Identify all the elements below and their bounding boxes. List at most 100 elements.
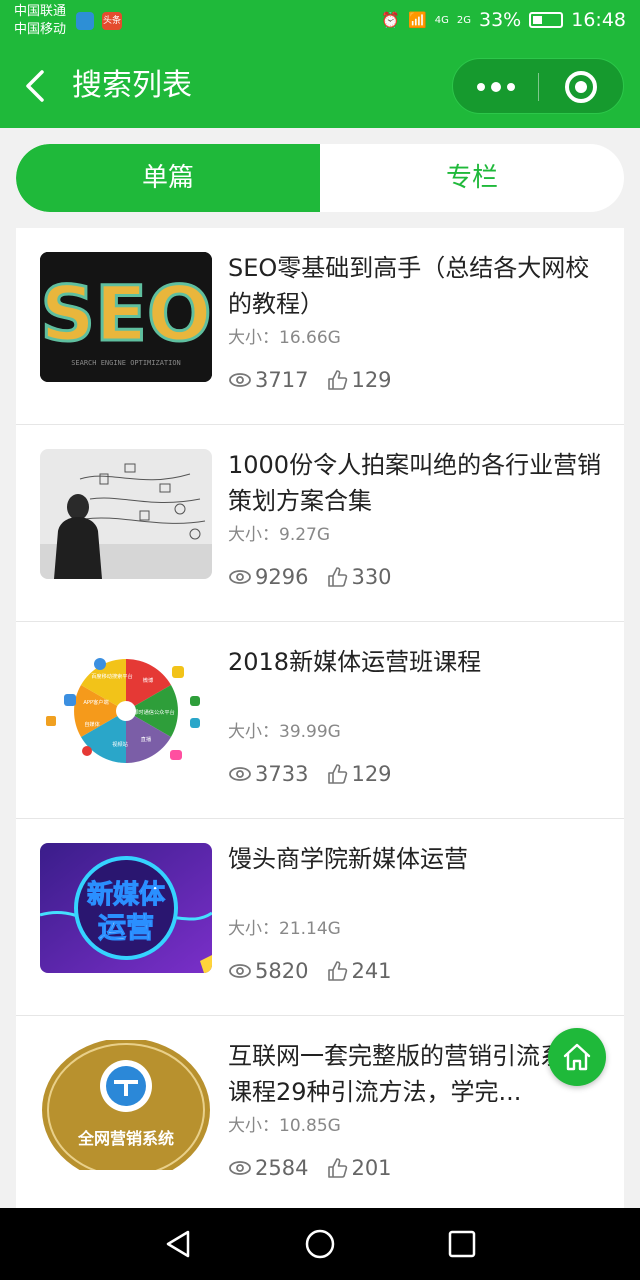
thumbs-up-icon	[328, 567, 348, 587]
item-thumbnail: SEO SEARCH ENGINE OPTIMIZATION	[40, 252, 212, 382]
battery-percent: 33%	[479, 9, 522, 31]
list-item[interactable]: 全网营销系统 互联网一套完整版的营销引流系列课程29种引流方法，学完... 大小…	[16, 1016, 624, 1208]
status-bar: 中国联通 中国移动 头条 ⏰ 📶 4G 2G 33% 16:48	[0, 0, 640, 46]
likes-stat: 129	[326, 760, 392, 788]
pie-label: 微博	[143, 676, 153, 684]
item-size: 大小：10.85G	[228, 1116, 341, 1136]
item-title: 馒头商学院新媒体运营	[228, 845, 468, 873]
marketing-system-thumbnail-graphic: 全网营销系统	[40, 1040, 212, 1170]
back-triangle-icon[interactable]	[160, 1226, 196, 1262]
tab-column[interactable]: 专栏	[320, 144, 624, 212]
item-size: 大小：21.14G	[228, 919, 341, 939]
home-button[interactable]	[548, 1028, 606, 1086]
thumbs-up-icon	[328, 1158, 348, 1178]
pie-label: 自媒体	[84, 720, 100, 728]
item-size: 大小：9.27G	[228, 525, 331, 545]
item-size: 大小：16.66G	[228, 328, 341, 348]
tab-single[interactable]: 单篇	[16, 144, 320, 212]
likes-count: 129	[351, 368, 392, 392]
item-stats: 9296 330	[228, 563, 608, 591]
list-item[interactable]: 1000份令人拍案叫绝的各行业营销策划方案合集 大小：9.27G 9296 33…	[16, 425, 624, 622]
new-media-ops-thumbnail-graphic: 新媒体 运营	[40, 843, 212, 973]
likes-count: 330	[351, 565, 392, 589]
thumbs-up-icon	[328, 764, 348, 784]
thumbs-up-icon	[328, 961, 348, 981]
item-title: 1000份令人拍案叫绝的各行业营销策划方案合集	[228, 451, 602, 515]
likes-stat: 129	[326, 366, 392, 394]
network-4g-label: 4G	[434, 14, 449, 26]
home-circle-icon[interactable]	[302, 1226, 338, 1262]
views-count: 3733	[255, 762, 309, 786]
item-stats: 2584 201	[228, 1154, 608, 1182]
views-stat: 5820	[228, 957, 308, 985]
businessman-thumbnail-graphic	[40, 449, 212, 579]
item-stats: 3733 129	[228, 760, 608, 788]
item-title: SEO零基础到高手（总结各大网校的教程）	[228, 254, 590, 318]
eye-icon	[229, 373, 251, 387]
miniprogram-capsule	[452, 58, 624, 114]
nav-bar: 搜索列表	[0, 46, 640, 128]
thumb-text-line1: 新媒体	[87, 879, 166, 910]
views-count: 2584	[255, 1156, 309, 1180]
page-title: 搜索列表	[72, 68, 192, 103]
item-size: 大小：39.99G	[228, 722, 341, 742]
thumbs-up-icon	[328, 370, 348, 390]
battery-icon	[529, 12, 564, 28]
item-info: 1000份令人拍案叫绝的各行业营销策划方案合集 大小：9.27G 9296 33…	[228, 447, 608, 591]
recents-square-icon[interactable]	[444, 1226, 480, 1262]
seo-thumb-subtext: SEARCH ENGINE OPTIMIZATION	[71, 359, 181, 367]
item-info: 馒头商学院新媒体运营 大小：21.14G 5820 241	[228, 841, 608, 985]
pie-label: 视频站	[112, 740, 128, 748]
item-thumbnail: 新媒体 运营	[40, 843, 212, 973]
views-count: 9296	[255, 565, 309, 589]
more-dot-icon	[490, 82, 501, 92]
shield-icon	[76, 12, 94, 30]
item-thumbnail	[40, 449, 212, 579]
views-stat: 3717	[228, 366, 308, 394]
item-info: 2018新媒体运营班课程 大小：39.99G 3733 129	[228, 644, 608, 788]
home-icon	[563, 1043, 591, 1071]
views-stat: 3733	[228, 760, 308, 788]
back-arrow-icon[interactable]	[22, 66, 50, 106]
item-stats: 3717 129	[228, 366, 608, 394]
item-thumbnail: 百度移动搜索平台 微博 即时通信公众平台 直播 视频站 自媒体 APP客户端	[40, 646, 212, 776]
more-dot-icon	[476, 83, 485, 91]
item-info: SEO零基础到高手（总结各大网校的教程） 大小：16.66G 3717 129	[228, 250, 608, 394]
alarm-icon: ⏰	[381, 11, 401, 29]
system-nav-bar	[0, 1208, 640, 1280]
carrier-1: 中国联通	[14, 4, 67, 19]
likes-stat: 241	[326, 957, 392, 985]
result-list: SEO SEARCH ENGINE OPTIMIZATION SEO零基础到高手…	[16, 228, 624, 1208]
list-item[interactable]: 新媒体 运营 馒头商学院新媒体运营 大小：21.14G 5820 241	[16, 819, 624, 1016]
more-dot-icon	[506, 83, 515, 91]
thumb-text-line2: 运营	[98, 911, 154, 944]
pie-label: 即时通信公众平台	[133, 708, 175, 716]
views-stat: 9296	[228, 563, 308, 591]
wifi-icon: 📶	[408, 11, 427, 29]
new-media-pie-graphic: 百度移动搜索平台 微博 即时通信公众平台 直播 视频站 自媒体 APP客户端	[40, 646, 212, 776]
pie-label: 直播	[141, 735, 152, 743]
eye-icon	[229, 767, 251, 781]
list-item[interactable]: SEO SEARCH ENGINE OPTIMIZATION SEO零基础到高手…	[16, 228, 624, 425]
eye-icon	[229, 1161, 251, 1175]
likes-count: 129	[351, 762, 392, 786]
carrier-2: 中国移动	[14, 22, 67, 37]
more-button[interactable]	[453, 59, 538, 115]
views-stat: 2584	[228, 1154, 308, 1182]
capsule-divider	[538, 73, 539, 101]
close-miniprogram-button[interactable]	[565, 71, 597, 103]
views-count: 3717	[255, 368, 309, 392]
network-2g-label: 2G	[456, 14, 471, 26]
clock: 16:48	[571, 9, 626, 31]
likes-count: 241	[351, 959, 392, 983]
eye-icon	[229, 570, 251, 584]
likes-stat: 330	[326, 563, 392, 591]
list-item[interactable]: 百度移动搜索平台 微博 即时通信公众平台 直播 视频站 自媒体 APP客户端 2…	[16, 622, 624, 819]
tab-switcher: 单篇 专栏	[16, 144, 624, 212]
item-stats: 5820 241	[228, 957, 608, 985]
item-thumbnail: 全网营销系统	[40, 1040, 212, 1170]
thumb-text: 全网营销系统	[77, 1129, 174, 1148]
pie-label: 百度移动搜索平台	[91, 672, 133, 680]
status-right: ⏰ 📶 4G 2G 33% 16:48	[381, 9, 626, 31]
views-count: 5820	[255, 959, 309, 983]
